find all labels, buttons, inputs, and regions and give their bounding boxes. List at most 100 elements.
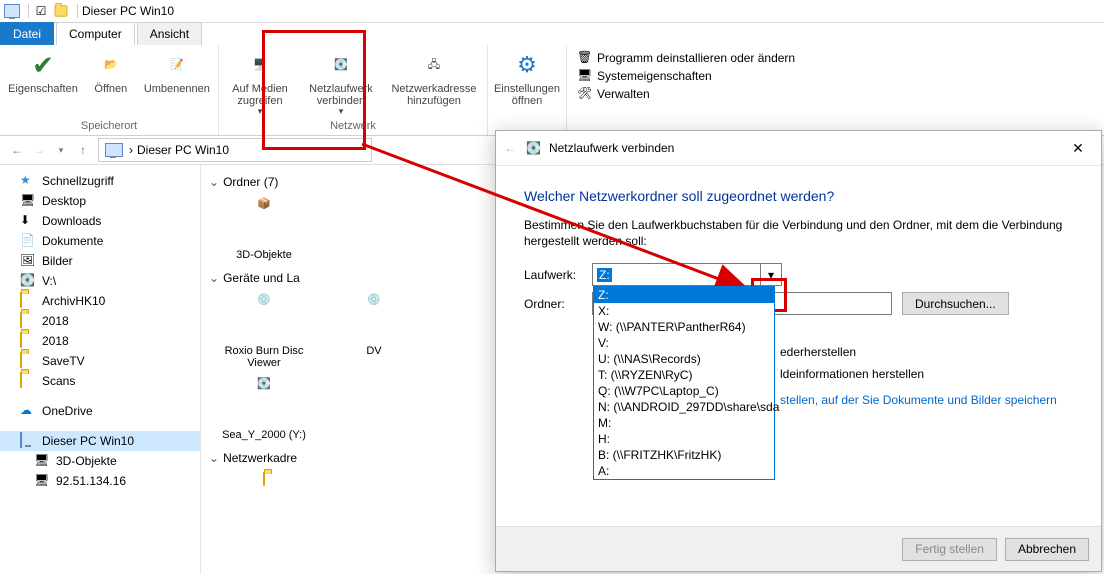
pc-icon <box>20 433 36 449</box>
othercred-label-partial: ldeinformationen herstellen <box>780 367 1073 381</box>
item-icon: ⬇ <box>20 213 36 229</box>
check-icon: ✔ <box>27 49 59 81</box>
item-icon <box>20 293 36 309</box>
drive-label: Laufwerk: <box>524 268 592 282</box>
item-icon <box>20 333 36 349</box>
drive-dropdown-list: Z:X:W: (\\PANTER\PantherR64)V:U: (\\NAS\… <box>593 286 775 480</box>
drive-option[interactable]: U: (\\NAS\Records) <box>594 351 774 367</box>
tile-sea-y[interactable]: 💽Sea_Y_2000 (Y:) <box>219 377 309 441</box>
folder-label: Ordner: <box>524 297 592 311</box>
drive-select[interactable]: Z: ▾ Z:X:W: (\\PANTER\PantherR64)V:U: (\… <box>592 263 782 286</box>
uninstall-program-button[interactable]: 🗑Programm deinstallieren oder ändern <box>571 49 801 67</box>
drive-icon: 💽 <box>240 377 288 425</box>
drive-option[interactable]: W: (\\PANTER\PantherR64) <box>594 319 774 335</box>
sidebar-item[interactable]: 🖥 92.51.134.16 <box>0 471 200 491</box>
add-network-location-button[interactable]: 🖧 Netzwerkadresse hinzufügen <box>385 47 483 119</box>
forward-button[interactable]: → <box>28 139 50 161</box>
sidebar-item[interactable]: 📄 Dokumente <box>0 231 200 251</box>
item-icon: 🖥 <box>34 473 50 489</box>
back-icon[interactable]: ← <box>504 141 516 155</box>
up-button[interactable]: ↑ <box>72 139 94 161</box>
sidebar-item-label: Downloads <box>42 214 101 228</box>
dialog-footer: Fertig stellen Abbrechen <box>496 526 1101 571</box>
sidebar-item[interactable]: 2018 <box>0 331 200 351</box>
sidebar-item[interactable]: 🖥Desktop <box>0 191 200 211</box>
network-location-icon: 🖧 <box>418 49 450 81</box>
open-settings-button[interactable]: ⚙ Einstellungen öffnen <box>490 47 564 119</box>
sidebar-item[interactable]: 💽V:\ <box>0 271 200 291</box>
rename-button[interactable]: 📝 Umbenennen <box>140 47 214 119</box>
sidebar-item[interactable]: 2018 <box>0 311 200 331</box>
manage-icon: 🛠 <box>577 86 593 102</box>
sidebar-item-label: 92.51.134.16 <box>56 474 126 488</box>
qat-props-icon[interactable] <box>53 3 69 19</box>
back-button[interactable]: ← <box>6 139 28 161</box>
properties-button[interactable]: ✔ Eigenschaften <box>4 47 82 119</box>
chevron-down-icon[interactable]: ▾ <box>760 264 781 285</box>
drive-option[interactable]: A: <box>594 463 774 479</box>
map-drive-dialog: ← 💽 Netzlaufwerk verbinden ✕ Welcher Net… <box>495 130 1102 572</box>
rename-icon: 📝 <box>161 49 193 81</box>
sidebar-item-label: Desktop <box>42 194 86 208</box>
dialog-title: Netzlaufwerk verbinden <box>549 141 674 155</box>
item-icon: 📄 <box>20 233 36 249</box>
drive-option[interactable]: M: <box>594 415 774 431</box>
finish-button[interactable]: Fertig stellen <box>902 538 997 561</box>
sep <box>28 4 29 18</box>
sidebar-item[interactable]: 🖼Bilder <box>0 251 200 271</box>
item-icon: 🖥 <box>34 453 50 469</box>
reconnect-label-partial: ederherstellen <box>780 345 1073 359</box>
access-media-button[interactable]: 🖥️ Auf Medien zugreifen▾ <box>223 47 297 119</box>
window-title: Dieser PC Win10 <box>82 4 174 18</box>
cancel-button[interactable]: Abbrechen <box>1005 538 1089 561</box>
manage-button[interactable]: 🛠Verwalten <box>571 85 656 103</box>
chevron-down-icon: ⌄ <box>209 271 219 285</box>
dialog-description: Bestimmen Sie den Laufwerkbuchstaben für… <box>524 218 1073 249</box>
drive-option[interactable]: H: <box>594 431 774 447</box>
group-storage-label: Speicherort <box>81 119 137 133</box>
tile-3d-objects[interactable]: 📦3D-Objekte <box>219 197 309 261</box>
tab-file[interactable]: Datei <box>0 22 54 45</box>
drive-option[interactable]: V: <box>594 335 774 351</box>
network-drive-icon: 💽 <box>325 49 357 81</box>
disc-icon: 💿 <box>350 293 398 341</box>
folder-icon <box>240 473 288 521</box>
storage-link[interactable]: stellen, auf der Sie Dokumente und Bilde… <box>780 393 1073 407</box>
tile-dv[interactable]: 💿DV <box>329 293 419 369</box>
tab-view[interactable]: Ansicht <box>137 22 202 45</box>
drive-option[interactable]: Q: (\\W7PC\Laptop_C) <box>594 383 774 399</box>
item-icon <box>20 373 36 389</box>
sidebar-item[interactable]: ArchivHK10 <box>0 291 200 311</box>
sidebar-item[interactable]: SaveTV <box>0 351 200 371</box>
tile-netloc[interactable] <box>219 473 309 525</box>
sidebar-item-label: 2018 <box>42 334 69 348</box>
tile-roxio[interactable]: 💿Roxio Burn Disc Viewer <box>219 293 309 369</box>
drive-option[interactable]: Z: <box>594 287 774 303</box>
close-button[interactable]: ✕ <box>1063 140 1093 157</box>
sidebar-item[interactable]: Scans <box>0 371 200 391</box>
drive-option[interactable]: B: (\\FRITZHK\FritzHK) <box>594 447 774 463</box>
drive-option[interactable]: T: (\\RYZEN\RyC) <box>594 367 774 383</box>
disc-icon: 💿 <box>240 293 288 341</box>
sidebar-this-pc[interactable]: Dieser PC Win10 <box>0 431 200 451</box>
breadcrumb-path: Dieser PC Win10 <box>137 143 229 157</box>
recent-dropdown[interactable]: ▾ <box>50 139 72 161</box>
sidebar-onedrive[interactable]: ☁OneDrive <box>0 401 200 421</box>
open-button[interactable]: 📂 Öffnen <box>82 47 140 119</box>
drive-option[interactable]: N: (\\ANDROID_297DD\share\sda <box>594 399 774 415</box>
network-drive-icon: 💽 <box>526 141 541 155</box>
sidebar-quick-access[interactable]: ★Schnellzugriff <box>0 171 200 191</box>
system-properties-button[interactable]: 🖥Systemeigenschaften <box>571 67 718 85</box>
sidebar-item-label: Dokumente <box>42 234 103 248</box>
sidebar-item[interactable]: 🖥3D-Objekte <box>0 451 200 471</box>
item-icon <box>20 313 36 329</box>
browse-button[interactable]: Durchsuchen... <box>902 292 1009 315</box>
drive-option[interactable]: X: <box>594 303 774 319</box>
sidebar-item-label: Scans <box>42 374 75 388</box>
breadcrumb[interactable]: › Dieser PC Win10 <box>98 138 372 162</box>
sidebar-item[interactable]: ⬇ Downloads <box>0 211 200 231</box>
map-network-drive-button[interactable]: 💽 Netzlaufwerk verbinden▾ <box>297 47 385 119</box>
drive-select-value: Z: <box>597 268 612 282</box>
qat-check-icon[interactable]: ☑ <box>33 3 49 19</box>
tab-computer[interactable]: Computer <box>56 22 135 45</box>
